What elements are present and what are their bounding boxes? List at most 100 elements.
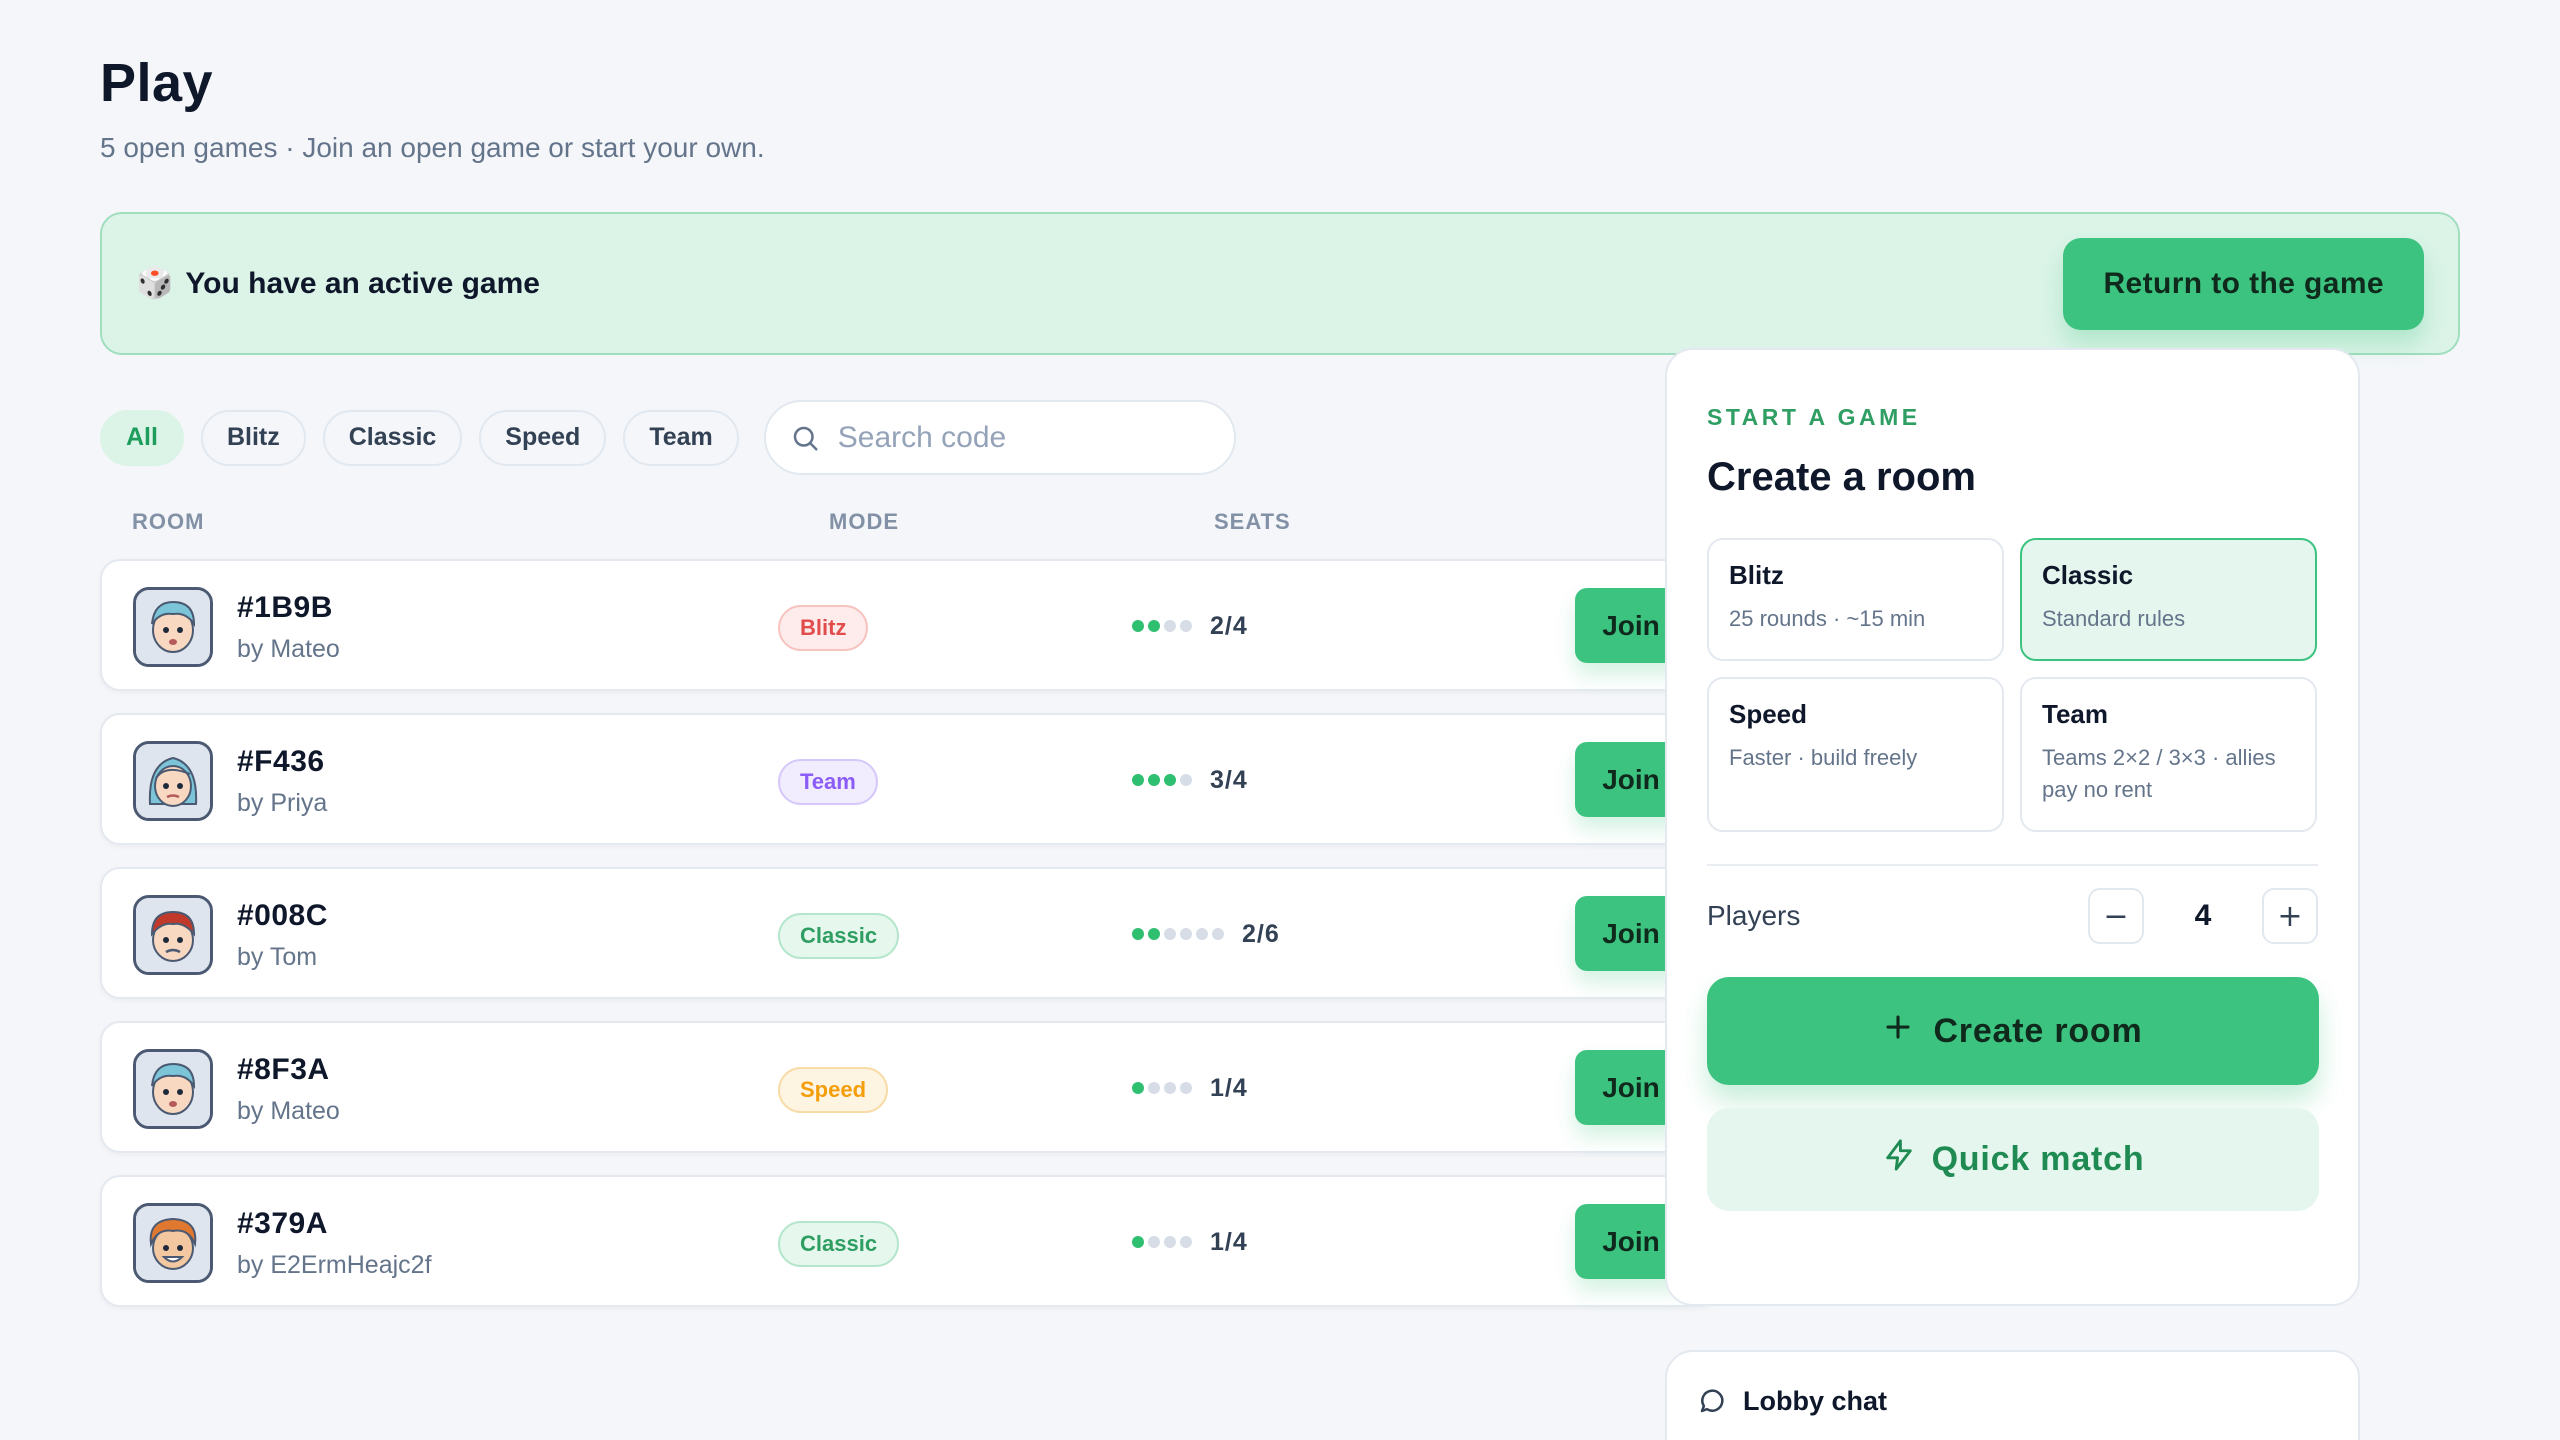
panel-eyebrow: START A GAME [1707,404,1921,430]
seat-dot-empty [1148,1082,1160,1094]
seats-indicator: 3/4 [1132,765,1248,795]
return-to-game-button[interactable]: Return to the game [2063,237,2424,330]
seat-dot-empty [1196,928,1208,940]
boy-blue-hair-avatar [133,587,213,667]
mode-options: Blitz 25 rounds · ~15 min Classic Standa… [1707,538,2318,832]
seats-indicator: 2/4 [1132,611,1248,641]
seats-indicator: 2/6 [1132,919,1280,949]
active-game-banner: 🎲 You have an active game Return to the … [100,212,2460,355]
girl-blue-hair-avatar [133,741,213,821]
seat-dot-filled [1148,620,1160,632]
decrement-players-button[interactable]: − [2088,888,2144,944]
players-stepper: − 4 + [2088,888,2318,944]
seat-dot-empty [1164,620,1176,632]
seat-dot-empty [1180,774,1192,786]
mode-option-team[interactable]: Team Teams 2×2 / 3×3 · allies pay no ren… [2020,677,2317,832]
lobby-chat-card[interactable]: Lobby chat [1665,1350,2360,1440]
quick-match-label: Quick match [1931,1140,2145,1178]
seats-indicator: 1/4 [1132,1227,1248,1257]
quick-match-button[interactable]: Quick match [1707,1108,2319,1211]
seat-dot-empty [1180,1082,1192,1094]
seat-dot-empty [1164,928,1176,940]
increment-players-button[interactable]: + [2262,888,2318,944]
room-row[interactable]: #379A by E2ErmHeajc2f Classic 1/4 Join [100,1175,1720,1307]
seat-dot-empty [1180,1236,1192,1248]
mode-option-speed[interactable]: Speed Faster · build freely [1707,677,2004,832]
seats-count: 3/4 [1210,765,1248,794]
page-title: Play [100,53,214,113]
room-owner: by Mateo [237,635,340,663]
room-owner: by Tom [237,943,318,971]
seat-dot-filled [1132,620,1144,632]
mode-badge: Classic [778,913,900,959]
lobby-chat-title: Lobby chat [1743,1386,1888,1416]
mode-option-title: Speed [1729,699,1808,729]
chat-bubble-icon [1697,1386,1727,1421]
column-header-seats: SEATS [1214,509,1291,534]
room-row[interactable]: #8F3A by Mateo Speed 1/4 Join [100,1021,1720,1153]
search-input[interactable] [837,420,1224,455]
room-code: #008C [237,899,328,932]
column-header-mode: MODE [829,509,899,534]
filter-chip-all[interactable]: All [100,409,184,466]
panel-title: Create a room [1707,455,1976,499]
room-owner: by Priya [237,789,328,817]
page-subtitle: 5 open games · Join an open game or star… [100,132,765,163]
room-row[interactable]: #1B9B by Mateo Blitz 2/4 Join [100,559,1720,691]
divider [1707,864,2318,866]
seats-count: 2/6 [1242,919,1280,948]
create-room-button[interactable]: Create room [1707,977,2319,1085]
create-room-label: Create room [1933,1011,2143,1050]
filter-chip-team[interactable]: Team [623,409,739,466]
search-icon [790,423,820,453]
room-owner: by E2ErmHeajc2f [237,1251,432,1279]
seat-dot-filled [1132,1236,1144,1248]
mode-badge: Team [778,759,878,805]
active-game-text: You have an active game [185,266,540,300]
seat-dot-filled [1148,774,1160,786]
mode-option-classic[interactable]: Classic Standard rules [2020,538,2317,661]
mode-option-desc: Faster · build freely [1729,745,1918,770]
seat-dot-empty [1148,1236,1160,1248]
filter-bar: All Blitz Classic Speed Team [100,400,1720,475]
filter-chip-speed[interactable]: Speed [479,409,607,466]
search-box[interactable] [763,400,1236,475]
column-header-room: ROOM [132,509,205,534]
play-page: Play 5 open games · Join an open game or… [100,52,2460,1307]
seat-dot-filled [1132,928,1144,940]
dice-icon: 🎲 [136,266,174,300]
mode-option-desc: 25 rounds · ~15 min [1729,606,1926,631]
mode-option-title: Team [2042,699,2108,729]
room-list: #1B9B by Mateo Blitz 2/4 Join #F436 by P… [100,559,1720,1307]
rooms-table-header: ROOM MODE SEATS [100,493,1720,553]
seat-dot-empty [1180,928,1192,940]
lightning-icon [1882,1138,1916,1181]
seats-count: 1/4 [1210,1227,1248,1256]
boy-orange-hair-avatar [133,1203,213,1283]
boy-blue-hair-avatar [133,1049,213,1129]
seat-dot-empty [1180,620,1192,632]
players-label: Players [1707,900,1801,931]
filter-chip-classic[interactable]: Classic [322,409,463,466]
mode-badge: Blitz [778,605,869,651]
room-code: #8F3A [237,1053,330,1086]
mode-badge: Classic [778,1221,900,1267]
players-row: Players − 4 + [1707,888,2318,944]
rooms-section: All Blitz Classic Speed Team ROOM MODE S… [100,400,1720,1329]
mode-option-title: Classic [2042,560,2134,590]
room-row[interactable]: #008C by Tom Classic 2/6 Join [100,867,1720,999]
mode-option-title: Blitz [1729,560,1784,590]
seat-dot-empty [1212,928,1224,940]
room-owner: by Mateo [237,1097,340,1125]
seats-indicator: 1/4 [1132,1073,1248,1103]
seat-dot-filled [1132,774,1144,786]
filter-chip-blitz[interactable]: Blitz [200,409,306,466]
room-row[interactable]: #F436 by Priya Team 3/4 Join [100,713,1720,845]
seat-dot-empty [1164,1236,1176,1248]
room-code: #379A [237,1207,328,1240]
seat-dot-filled [1148,928,1160,940]
seat-dot-filled [1132,1082,1144,1094]
room-code: #1B9B [237,591,333,624]
create-room-panel: START A GAME Create a room Blitz 25 roun… [1665,348,2360,1306]
mode-option-blitz[interactable]: Blitz 25 rounds · ~15 min [1707,538,2004,661]
